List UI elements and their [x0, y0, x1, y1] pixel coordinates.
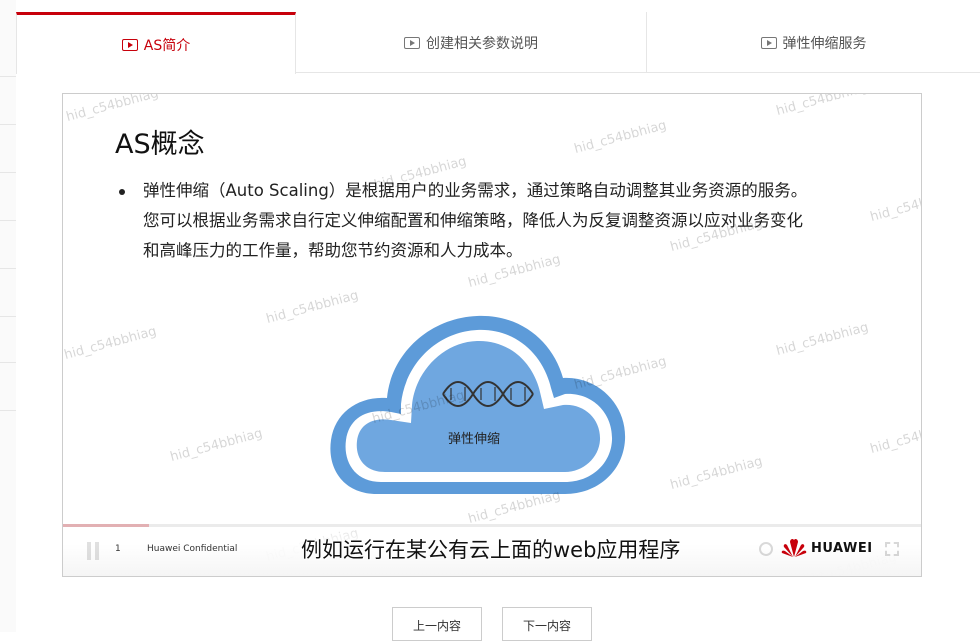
huawei-flower-icon [781, 538, 807, 557]
tab-elastic-scaling-service[interactable]: 弹性伸缩服务 [647, 12, 980, 73]
settings-icon[interactable] [759, 542, 773, 556]
watermark: hid_c54bbhiag [64, 93, 161, 126]
bullet-line: 和高峰压力的工作量，帮助您节约资源和人力成本。 [143, 241, 523, 260]
rail-divider [0, 268, 16, 269]
next-content-button[interactable]: 下一内容 [502, 607, 592, 641]
video-player[interactable]: AS概念 弹性伸缩（Auto Scaling）是根据用户的业务需求，通过策略自动… [62, 93, 922, 577]
prev-content-button[interactable]: 上一内容 [392, 607, 482, 641]
tab-label: 弹性伸缩服务 [782, 35, 867, 52]
confidential-label: Huawei Confidential [147, 544, 238, 554]
video-icon [760, 36, 777, 49]
watermark: hid_c54bbhiag [572, 117, 669, 158]
watermark: hid_c54bbhiag [62, 323, 159, 364]
slide-bullet: 弹性伸缩（Auto Scaling）是根据用户的业务需求，通过策略自动调整其业务… [119, 176, 881, 266]
rail-divider [0, 220, 16, 221]
bullet-line: 您可以根据业务需求自行定义伸缩配置和伸缩策略，降低人为反复调整资源以应对业务变化 [143, 211, 803, 230]
next-content-label: 下一内容 [522, 619, 571, 633]
prev-content-label: 上一内容 [412, 619, 461, 633]
huawei-logo: HUAWEI [781, 538, 873, 558]
rail-divider [0, 410, 16, 411]
watermark: hid_c54bbhiag [774, 319, 871, 360]
video-icon [404, 36, 420, 49]
left-rail [0, 0, 16, 632]
watermark: hid_c54bbhiag [168, 425, 265, 466]
content-tabs: AS简介 创建相关参数说明 弹性伸缩服务 [16, 12, 980, 74]
tab-create-params[interactable]: 创建相关参数说明 [296, 12, 647, 73]
video-icon [121, 38, 138, 51]
progress-bar[interactable] [63, 524, 921, 527]
rail-divider [0, 124, 16, 125]
fullscreen-icon[interactable] [885, 542, 899, 556]
cloud-illustration [330, 315, 626, 494]
pause-icon[interactable] [87, 542, 101, 560]
watermark: hid_c54bbhiag [868, 417, 922, 458]
huawei-wordmark: HUAWEI [811, 540, 873, 556]
tab-as-intro[interactable]: AS简介 [16, 12, 296, 74]
progress-fill [63, 524, 149, 527]
watermark: hid_c54bbhiag [668, 453, 765, 494]
tab-label: AS简介 [143, 37, 191, 54]
bullet-dot [119, 189, 125, 195]
rail-divider [0, 316, 16, 317]
slide-title: AS概念 [115, 129, 205, 160]
rail-divider [0, 362, 16, 363]
rail-divider [0, 172, 16, 173]
rail-divider [0, 76, 16, 77]
video-subtitle: 例如运行在某公有云上面的web应用程序 [301, 538, 681, 562]
bullet-line: 弹性伸缩（Auto Scaling）是根据用户的业务需求，通过策略自动调整其业务… [143, 181, 808, 200]
watermark: hid_c54bbhiag [774, 93, 871, 120]
slide-page-number: 1 [115, 544, 121, 554]
cloud-label: 弹性伸缩 [448, 432, 501, 447]
tab-label: 创建相关参数说明 [426, 35, 538, 52]
